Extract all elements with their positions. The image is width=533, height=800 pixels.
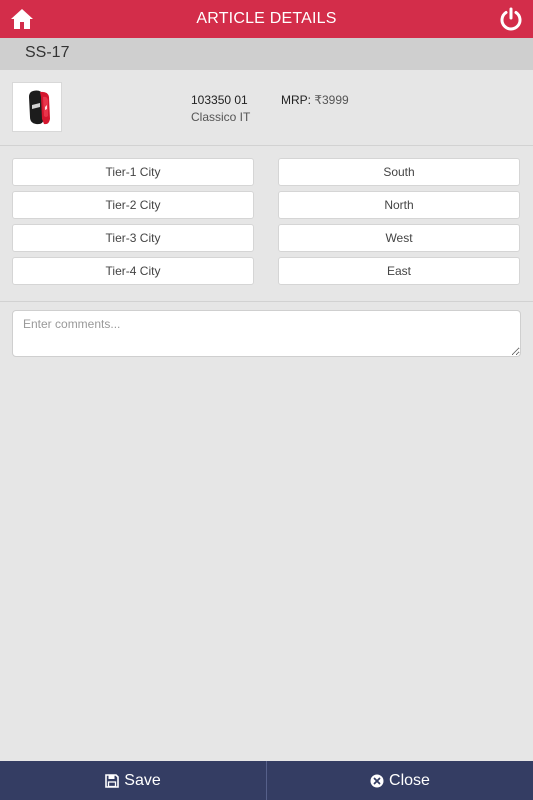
close-label: Close bbox=[389, 771, 430, 789]
app-header: ARTICLE DETAILS bbox=[0, 0, 533, 38]
article-code: 103350 01 bbox=[191, 93, 248, 107]
article-summary: 103350 01 Classico IT MRP: ₹3999 bbox=[0, 70, 533, 146]
city-tier-1-button[interactable]: Tier-1 City bbox=[12, 158, 254, 186]
floppy-disk-icon bbox=[105, 773, 120, 788]
mrp-label: MRP: bbox=[281, 93, 311, 107]
home-icon[interactable] bbox=[10, 8, 34, 30]
power-icon[interactable] bbox=[499, 7, 523, 31]
season-bar: SS-17 bbox=[0, 38, 533, 70]
save-label: Save bbox=[124, 771, 161, 789]
region-west-button[interactable]: West bbox=[278, 224, 520, 252]
city-tier-2-button[interactable]: Tier-2 City bbox=[12, 191, 254, 219]
city-tier-4-button[interactable]: Tier-4 City bbox=[12, 257, 254, 285]
footer-bar: Save Close bbox=[0, 761, 533, 800]
mrp-value: ₹3999 bbox=[314, 93, 349, 107]
region-south-button[interactable]: South bbox=[278, 158, 520, 186]
close-circle-icon bbox=[370, 774, 384, 787]
article-mrp: MRP: ₹3999 bbox=[281, 93, 349, 107]
close-button[interactable]: Close bbox=[266, 761, 533, 800]
distribution-options: Tier-1 City Tier-2 City Tier-3 City Tier… bbox=[0, 146, 533, 302]
region-north-button[interactable]: North bbox=[278, 191, 520, 219]
shin-guard-image bbox=[29, 90, 50, 125]
city-tier-3-button[interactable]: Tier-3 City bbox=[12, 224, 254, 252]
article-thumbnail bbox=[12, 82, 62, 132]
save-button[interactable]: Save bbox=[0, 761, 266, 800]
region-east-button[interactable]: East bbox=[278, 257, 520, 285]
comments-field[interactable] bbox=[12, 310, 521, 357]
page-title: ARTICLE DETAILS bbox=[196, 10, 337, 27]
article-name: Classico IT bbox=[191, 110, 251, 124]
season-label: SS-17 bbox=[25, 44, 70, 61]
